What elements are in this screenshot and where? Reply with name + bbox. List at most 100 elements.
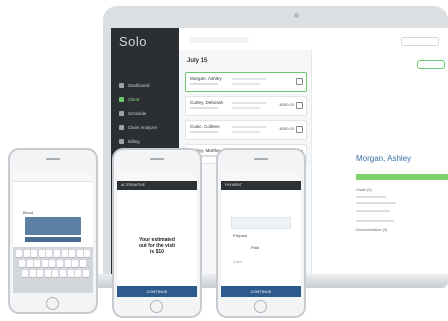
calendar-icon[interactable] (296, 102, 303, 109)
sidebar-item-claim-analyzer[interactable]: Claim Analyzer (111, 122, 179, 134)
keyboard-key[interactable] (75, 270, 82, 277)
home-button[interactable] (254, 300, 267, 313)
filter-dropdown[interactable] (401, 37, 439, 46)
calendar-icon[interactable] (296, 126, 303, 133)
continue-button[interactable]: CONTINUE (221, 286, 301, 297)
row-detail (232, 83, 260, 85)
continue-button[interactable]: CONTINUE (117, 286, 197, 297)
keyboard-key[interactable] (41, 260, 48, 267)
detail-action-button[interactable] (417, 60, 445, 69)
documentation-section[interactable]: Documentation (3) (356, 228, 387, 232)
keyboard-key[interactable] (60, 270, 66, 277)
keyboard-key[interactable] (46, 250, 53, 257)
speaker (46, 158, 60, 160)
row-subtext (190, 83, 218, 85)
message-line: is $10 (150, 249, 164, 255)
keyboard-key[interactable] (37, 270, 44, 277)
claim-icon (119, 125, 124, 130)
phone-left-screen: Blood (13, 171, 93, 293)
keyboard-key[interactable] (52, 270, 59, 277)
home-button[interactable] (150, 300, 163, 313)
keyboard-key[interactable] (69, 250, 76, 257)
client-name: Cusic, Colleen (190, 124, 220, 129)
keyboard-key[interactable] (26, 260, 33, 267)
header-title: PAYMENT (225, 183, 242, 187)
keyboard-key[interactable] (64, 260, 71, 267)
goal-line (356, 220, 394, 222)
keyboard-key[interactable] (72, 260, 79, 267)
camera-dot (294, 13, 299, 18)
billing-icon (119, 139, 124, 144)
keyboard-key[interactable] (34, 260, 41, 267)
message: Your estimated out for the visit is $10 (127, 237, 187, 255)
client-name: Morgan, Ashley (356, 154, 412, 163)
keyboard-key[interactable] (29, 270, 36, 277)
row-detail (232, 78, 266, 80)
phone-right-screen: PAYMENT Prepaid Paid Card CONTINUE (221, 171, 301, 297)
row-detail (232, 126, 266, 128)
keyboard-key[interactable] (82, 270, 89, 277)
keyboard-key[interactable] (44, 270, 51, 277)
keyboard-key[interactable] (67, 270, 74, 277)
phone-middle: ALTERNATIVE Your estimated out for the v… (112, 148, 202, 318)
client-icon (119, 97, 124, 102)
client-name: Curley, Deborah (190, 100, 224, 105)
keyboard-key[interactable] (76, 250, 83, 257)
phone-right: PAYMENT Prepaid Paid Card CONTINUE (216, 148, 306, 318)
amount-field[interactable] (231, 217, 291, 229)
goal-line (356, 202, 396, 204)
sidebar-item-label: Client (128, 97, 140, 102)
option-prepaid[interactable]: Prepaid (233, 233, 247, 238)
sidebar-item-client[interactable]: Client (111, 94, 179, 106)
amount: $000.00 (279, 102, 294, 107)
appointment-row[interactable]: Curley, Deborah $000.00 (185, 96, 307, 116)
goal-line (356, 210, 390, 212)
row-detail (232, 102, 266, 104)
client-name: Morgan, Ashley (190, 76, 222, 81)
keyboard-key[interactable] (79, 260, 86, 267)
detail-panel (311, 50, 448, 276)
sidebar-item-billing[interactable]: Billing (111, 136, 179, 148)
dashboard-icon (119, 83, 124, 88)
screen-header: ALTERNATIVE (117, 181, 197, 190)
keyboard-key[interactable] (84, 250, 91, 257)
keyboard-key[interactable] (23, 250, 30, 257)
progress-bar (356, 174, 448, 180)
keyboard-key[interactable] (19, 260, 25, 267)
sidebar-item-label: Schedule (128, 111, 147, 116)
keyboard-key[interactable] (61, 250, 68, 257)
option-paid[interactable]: Paid (251, 245, 259, 250)
sidebar-item-label: Claim Analyzer (128, 125, 158, 130)
goals-section[interactable]: Goals (3) (356, 188, 372, 192)
phone-left: Blood (8, 148, 98, 314)
row-subtext (190, 131, 218, 133)
sidebar-item-label: Billing (128, 139, 140, 144)
status-bar (13, 171, 93, 182)
keyboard-key[interactable] (49, 260, 56, 267)
speaker (254, 158, 268, 160)
suggestion-box[interactable] (25, 217, 81, 235)
keyboard-key[interactable] (54, 250, 60, 257)
date-header: July 15 (187, 58, 208, 64)
appointment-row[interactable]: Cusic, Colleen $000.00 (185, 120, 307, 140)
app-logo: Solo (119, 34, 148, 49)
header-title: ALTERNATIVE (121, 183, 146, 187)
option-card[interactable]: Card (233, 259, 242, 264)
keyboard-key[interactable] (16, 250, 22, 257)
suggestion-row[interactable] (25, 237, 81, 242)
phone-middle-screen: ALTERNATIVE Your estimated out for the v… (117, 171, 197, 297)
search-input[interactable] (189, 37, 249, 43)
home-button[interactable] (46, 297, 59, 310)
screen-header: PAYMENT (221, 181, 301, 190)
sidebar-item-schedule[interactable]: Schedule (111, 108, 179, 120)
keyboard-key[interactable] (22, 270, 28, 277)
keyboard-key[interactable] (38, 250, 45, 257)
appointment-row[interactable]: Morgan, Ashley (185, 72, 307, 92)
row-detail (232, 107, 260, 109)
sidebar-item-dashboard[interactable]: Dashboard (111, 80, 179, 92)
keyboard-key[interactable] (31, 250, 38, 257)
amount: $000.00 (279, 126, 294, 131)
keyboard-key[interactable] (57, 260, 63, 267)
calendar-icon[interactable] (296, 78, 303, 85)
schedule-icon (119, 111, 124, 116)
